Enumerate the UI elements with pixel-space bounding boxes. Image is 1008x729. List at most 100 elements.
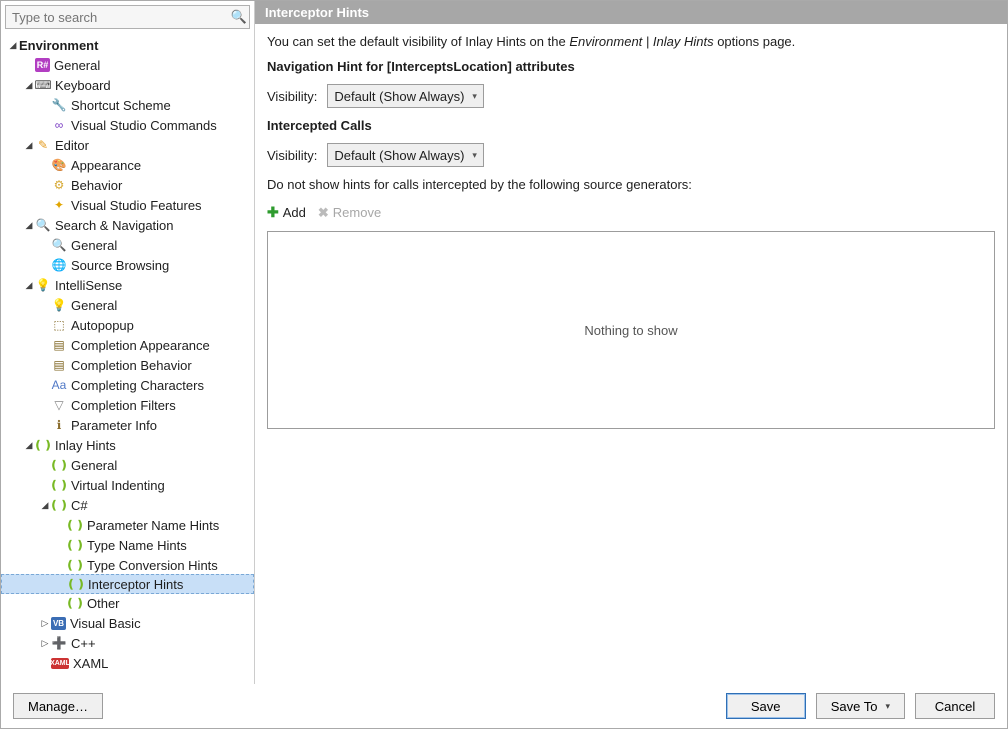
tree-label: Completion Appearance (71, 338, 210, 353)
tree-label: General (71, 458, 117, 473)
tree-item-ih-general[interactable]: · ❪❫ General (1, 455, 254, 475)
add-button[interactable]: ✚ Add (267, 204, 306, 221)
tree-item-intellisense[interactable]: ◢ 💡 IntelliSense (1, 275, 254, 295)
tree-item-editor[interactable]: ◢ ✎ Editor (1, 135, 254, 155)
cpp-icon: ➕ (51, 635, 67, 651)
globe-icon: 🌐 (51, 257, 67, 273)
pencil-icon: ✎ (35, 137, 51, 153)
tree-item-vs-features[interactable]: · ✦ Visual Studio Features (1, 195, 254, 215)
visual-studio-icon: ∞ (51, 117, 67, 133)
tree-label: Editor (55, 138, 89, 153)
tree-item-vs-commands[interactable]: · ∞ Visual Studio Commands (1, 115, 254, 135)
tree-item-type-name-hints[interactable]: · ❪❫ Type Name Hints (1, 535, 254, 555)
chevron-down-icon: ▾ (472, 91, 477, 102)
tree-item-behavior[interactable]: · ⚙ Behavior (1, 175, 254, 195)
tree-label: Autopopup (71, 318, 134, 333)
empty-list-text: Nothing to show (584, 323, 677, 338)
options-tree[interactable]: ◢ Environment · R# General ◢ ⌨ Keyboard … (1, 33, 254, 684)
save-to-button[interactable]: Save To ▾ (816, 693, 905, 719)
tree-item-param-name-hints[interactable]: · ❪❫ Parameter Name Hints (1, 515, 254, 535)
tree-item-virtual-indent[interactable]: · ❪❫ Virtual Indenting (1, 475, 254, 495)
tree-item-comp-behavior[interactable]: · ▤ Completion Behavior (1, 355, 254, 375)
tree-label: Environment (19, 38, 98, 53)
expander-icon[interactable]: ▷ (39, 638, 51, 649)
inlay-hints-icon: ❪❫ (67, 517, 83, 533)
chevron-down-icon: ▾ (472, 150, 477, 161)
tree-item-search-navigation[interactable]: ◢ 🔍 Search & Navigation (1, 215, 254, 235)
tree-item-type-conv-hints[interactable]: · ❪❫ Type Conversion Hints (1, 555, 254, 575)
dropdown-value: Default (Show Always) (334, 89, 464, 104)
visual-basic-icon: VB (51, 617, 66, 630)
completion-behavior-icon: ▤ (51, 357, 67, 373)
tree-label: General (71, 238, 117, 253)
tree-label: Shortcut Scheme (71, 98, 171, 113)
tree-label: Other (87, 596, 120, 611)
dropdown-value: Default (Show Always) (334, 148, 464, 163)
tree-item-autopopup[interactable]: · ⬚ Autopopup (1, 315, 254, 335)
expander-icon[interactable]: ◢ (7, 40, 19, 51)
tree-label: Parameter Info (71, 418, 157, 433)
tree-item-param-info[interactable]: · ℹ Parameter Info (1, 415, 254, 435)
expander-icon[interactable]: ◢ (23, 220, 35, 231)
tree-label: Completion Behavior (71, 358, 192, 373)
page-title: Interceptor Hints (255, 1, 1007, 24)
tree-item-cpp[interactable]: ▷ ➕ C++ (1, 633, 254, 653)
visibility-dropdown-calls[interactable]: Default (Show Always) ▾ (327, 143, 484, 167)
tree-item-xaml[interactable]: · XAML XAML (1, 653, 254, 673)
tree-label: Completing Characters (71, 378, 204, 393)
tree-item-source-browsing[interactable]: · 🌐 Source Browsing (1, 255, 254, 275)
gears-icon: ⚙ (51, 177, 67, 193)
tree-item-comp-chars[interactable]: · Aa Completing Characters (1, 375, 254, 395)
tree-label: General (71, 298, 117, 313)
tree-label: Type Name Hints (87, 538, 187, 553)
tree-label: XAML (73, 656, 108, 671)
tree-item-comp-appearance[interactable]: · ▤ Completion Appearance (1, 335, 254, 355)
inlay-hints-icon: ❪❫ (51, 457, 67, 473)
tree-item-shortcut-scheme[interactable]: · 🔧 Shortcut Scheme (1, 95, 254, 115)
tree-item-comp-filters[interactable]: · ▽ Completion Filters (1, 395, 254, 415)
expander-icon[interactable]: ◢ (23, 140, 35, 151)
autopopup-icon: ⬚ (51, 317, 67, 333)
tree-item-interceptor-hints[interactable]: · ❪❫ Interceptor Hints (1, 574, 254, 594)
lightbulb-icon: 💡 (51, 297, 67, 313)
tree-item-other[interactable]: · ❪❫ Other (1, 593, 254, 613)
tree-label: Appearance (71, 158, 141, 173)
tree-label: Completion Filters (71, 398, 176, 413)
search-box[interactable]: 🔍 (5, 5, 250, 29)
tree-label: Interceptor Hints (88, 577, 183, 592)
search-input[interactable] (6, 7, 229, 28)
tree-label: Visual Studio Commands (71, 118, 217, 133)
tree-item-vb[interactable]: ▷ VB Visual Basic (1, 613, 254, 633)
expander-icon[interactable]: ▷ (39, 618, 51, 629)
tree-label: Parameter Name Hints (87, 518, 219, 533)
inlay-hints-icon: ❪❫ (51, 477, 67, 493)
tree-label: C++ (71, 636, 96, 651)
expander-icon[interactable]: ◢ (23, 80, 35, 91)
generators-list[interactable]: Nothing to show (267, 231, 995, 429)
tree-item-inlay-hints[interactable]: ◢ ❪❫ Inlay Hints (1, 435, 254, 455)
tree-label: Visual Studio Features (71, 198, 202, 213)
inlay-hints-icon: ❪❫ (67, 557, 83, 573)
section-navigation-hint-heading: Navigation Hint for [InterceptsLocation]… (267, 59, 995, 74)
tree-label: Source Browsing (71, 258, 169, 273)
tree-label: General (54, 58, 100, 73)
inlay-hints-icon: ❪❫ (67, 537, 83, 553)
tree-item-is-general[interactable]: · 💡 General (1, 295, 254, 315)
remove-icon: ✖ (318, 205, 329, 221)
tree-item-sn-general[interactable]: · 🔍 General (1, 235, 254, 255)
visibility-dropdown-navigation[interactable]: Default (Show Always) ▾ (327, 84, 484, 108)
save-button[interactable]: Save (726, 693, 806, 719)
cancel-button[interactable]: Cancel (915, 693, 995, 719)
chevron-down-icon: ▾ (885, 701, 890, 712)
tree-item-appearance[interactable]: · 🎨 Appearance (1, 155, 254, 175)
tree-item-keyboard[interactable]: ◢ ⌨ Keyboard (1, 75, 254, 95)
palette-icon: 🎨 (51, 157, 67, 173)
tree-item-general[interactable]: · R# General (1, 55, 254, 75)
tree-label: IntelliSense (55, 278, 122, 293)
tree-item-environment[interactable]: ◢ Environment (1, 35, 254, 55)
expander-icon[interactable]: ◢ (23, 280, 35, 291)
xaml-icon: XAML (51, 658, 69, 669)
manage-button[interactable]: Manage… (13, 693, 103, 719)
tree-item-csharp[interactable]: ◢ ❪❫ C# (1, 495, 254, 515)
magnifier-icon: 🔍 (51, 237, 67, 253)
